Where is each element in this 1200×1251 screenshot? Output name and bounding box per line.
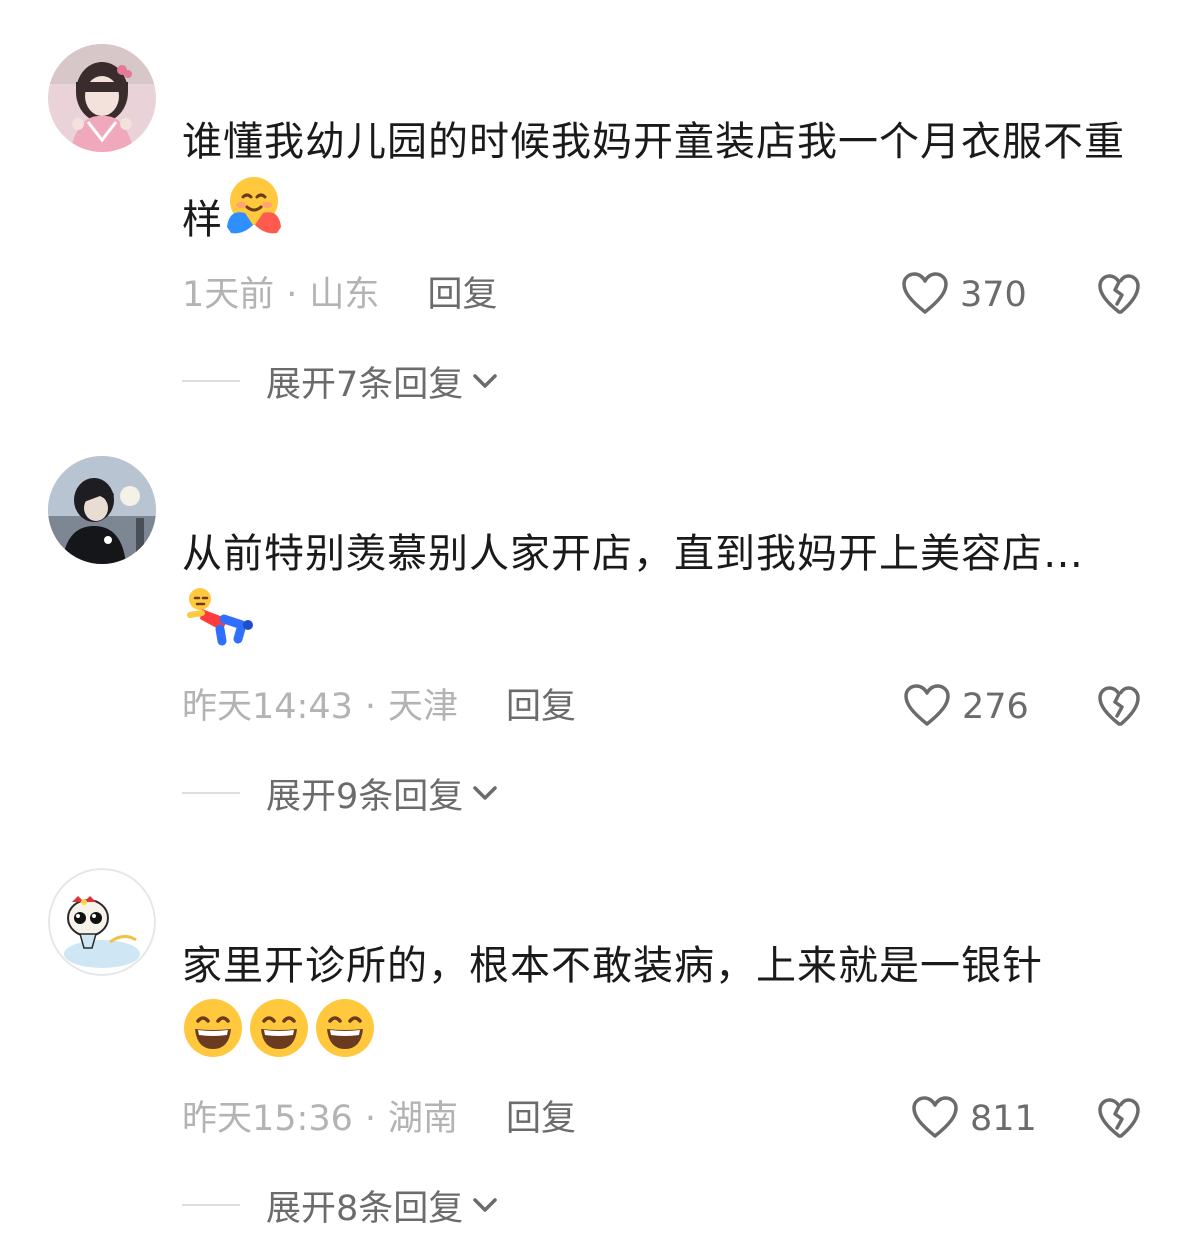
separator-dot: · [364, 1099, 377, 1139]
comment-text: 从前特别羡慕别人家开店，直到我妈开上美容店… [182, 531, 1084, 577]
like-count: 370 [960, 275, 1027, 315]
reply-button[interactable]: 回复 [427, 275, 497, 315]
expand-replies-label: 展开7条回复 [266, 364, 464, 405]
divider-line [182, 380, 240, 382]
heart-icon [910, 1094, 960, 1144]
broken-heart-icon[interactable] [1096, 1096, 1142, 1142]
comment-meta: 昨天14:43 · 天津 回复 [182, 684, 576, 730]
chevron-down-icon [473, 374, 498, 388]
separator-dot: · [286, 275, 298, 315]
hugging-face-icon [223, 173, 285, 261]
username[interactable] [182, 470, 402, 490]
location: 天津 [388, 687, 459, 727]
grinning-face-icon [248, 997, 310, 1085]
broken-heart-icon[interactable] [1096, 272, 1142, 318]
grinning-face-icon [182, 997, 244, 1085]
comment-text: 家里开诊所的，根本不敢装病，上来就是一银针 [182, 943, 1043, 989]
location: 湖南 [388, 1099, 459, 1139]
like-button[interactable]: 276 [902, 682, 1029, 732]
avatar[interactable] [48, 868, 156, 976]
chevron-down-icon [473, 1198, 498, 1212]
comment-item: 从前特别羡慕别人家开店，直到我妈开上美容店… 昨天14:43 · 天津 回复 276 [0, 412, 1200, 822]
username[interactable] [182, 58, 402, 78]
timestamp: 昨天15:36 [182, 1099, 353, 1139]
divider-line [182, 792, 240, 794]
comment-item: 谁懂我幼儿园的时候我妈开童装店我一个月衣服不重样 1天前 · 山东 回复 370 [0, 0, 1200, 410]
comment-meta: 1天前 · 山东 回复 [182, 272, 497, 318]
expand-replies-label: 展开9条回复 [266, 776, 464, 817]
timestamp: 昨天14:43 [182, 687, 353, 727]
divider-line [182, 1204, 240, 1206]
comment-item: 家里开诊所的，根本不敢装病，上来就是一银针 昨天15:36 · 湖南 回复 81… [0, 824, 1200, 1234]
comment-body: 谁懂我幼儿园的时候我妈开童装店我一个月衣服不重样 [182, 103, 1142, 261]
reply-button[interactable]: 回复 [506, 1099, 576, 1139]
expand-replies-button[interactable]: 展开9条回复 [182, 768, 499, 818]
broken-heart-icon[interactable] [1096, 684, 1142, 730]
location: 山东 [309, 275, 380, 315]
heart-icon [902, 682, 952, 732]
expand-replies-button[interactable]: 展开7条回复 [182, 356, 499, 406]
avatar[interactable] [48, 456, 156, 564]
like-button[interactable]: 811 [910, 1094, 1037, 1144]
lying-person-icon [182, 585, 254, 673]
comment-meta: 昨天15:36 · 湖南 回复 [182, 1096, 576, 1142]
username[interactable] [182, 882, 402, 902]
expand-replies-button[interactable]: 展开8条回复 [182, 1180, 499, 1230]
avatar[interactable] [48, 44, 156, 152]
like-count: 276 [962, 687, 1029, 727]
like-count: 811 [970, 1099, 1037, 1139]
heart-icon [900, 270, 950, 320]
comment-text: 谁懂我幼儿园的时候我妈开童装店我一个月衣服不重样 [182, 119, 1125, 243]
expand-replies-label: 展开8条回复 [266, 1188, 464, 1229]
like-button[interactable]: 370 [900, 270, 1027, 320]
separator-dot: · [364, 687, 377, 727]
grinning-face-icon [314, 997, 376, 1085]
timestamp: 1天前 [182, 275, 275, 315]
chevron-down-icon [473, 786, 498, 800]
comment-body: 从前特别羡慕别人家开店，直到我妈开上美容店… [182, 515, 1142, 673]
comment-body: 家里开诊所的，根本不敢装病，上来就是一银针 [182, 927, 1142, 1085]
reply-button[interactable]: 回复 [506, 687, 576, 727]
